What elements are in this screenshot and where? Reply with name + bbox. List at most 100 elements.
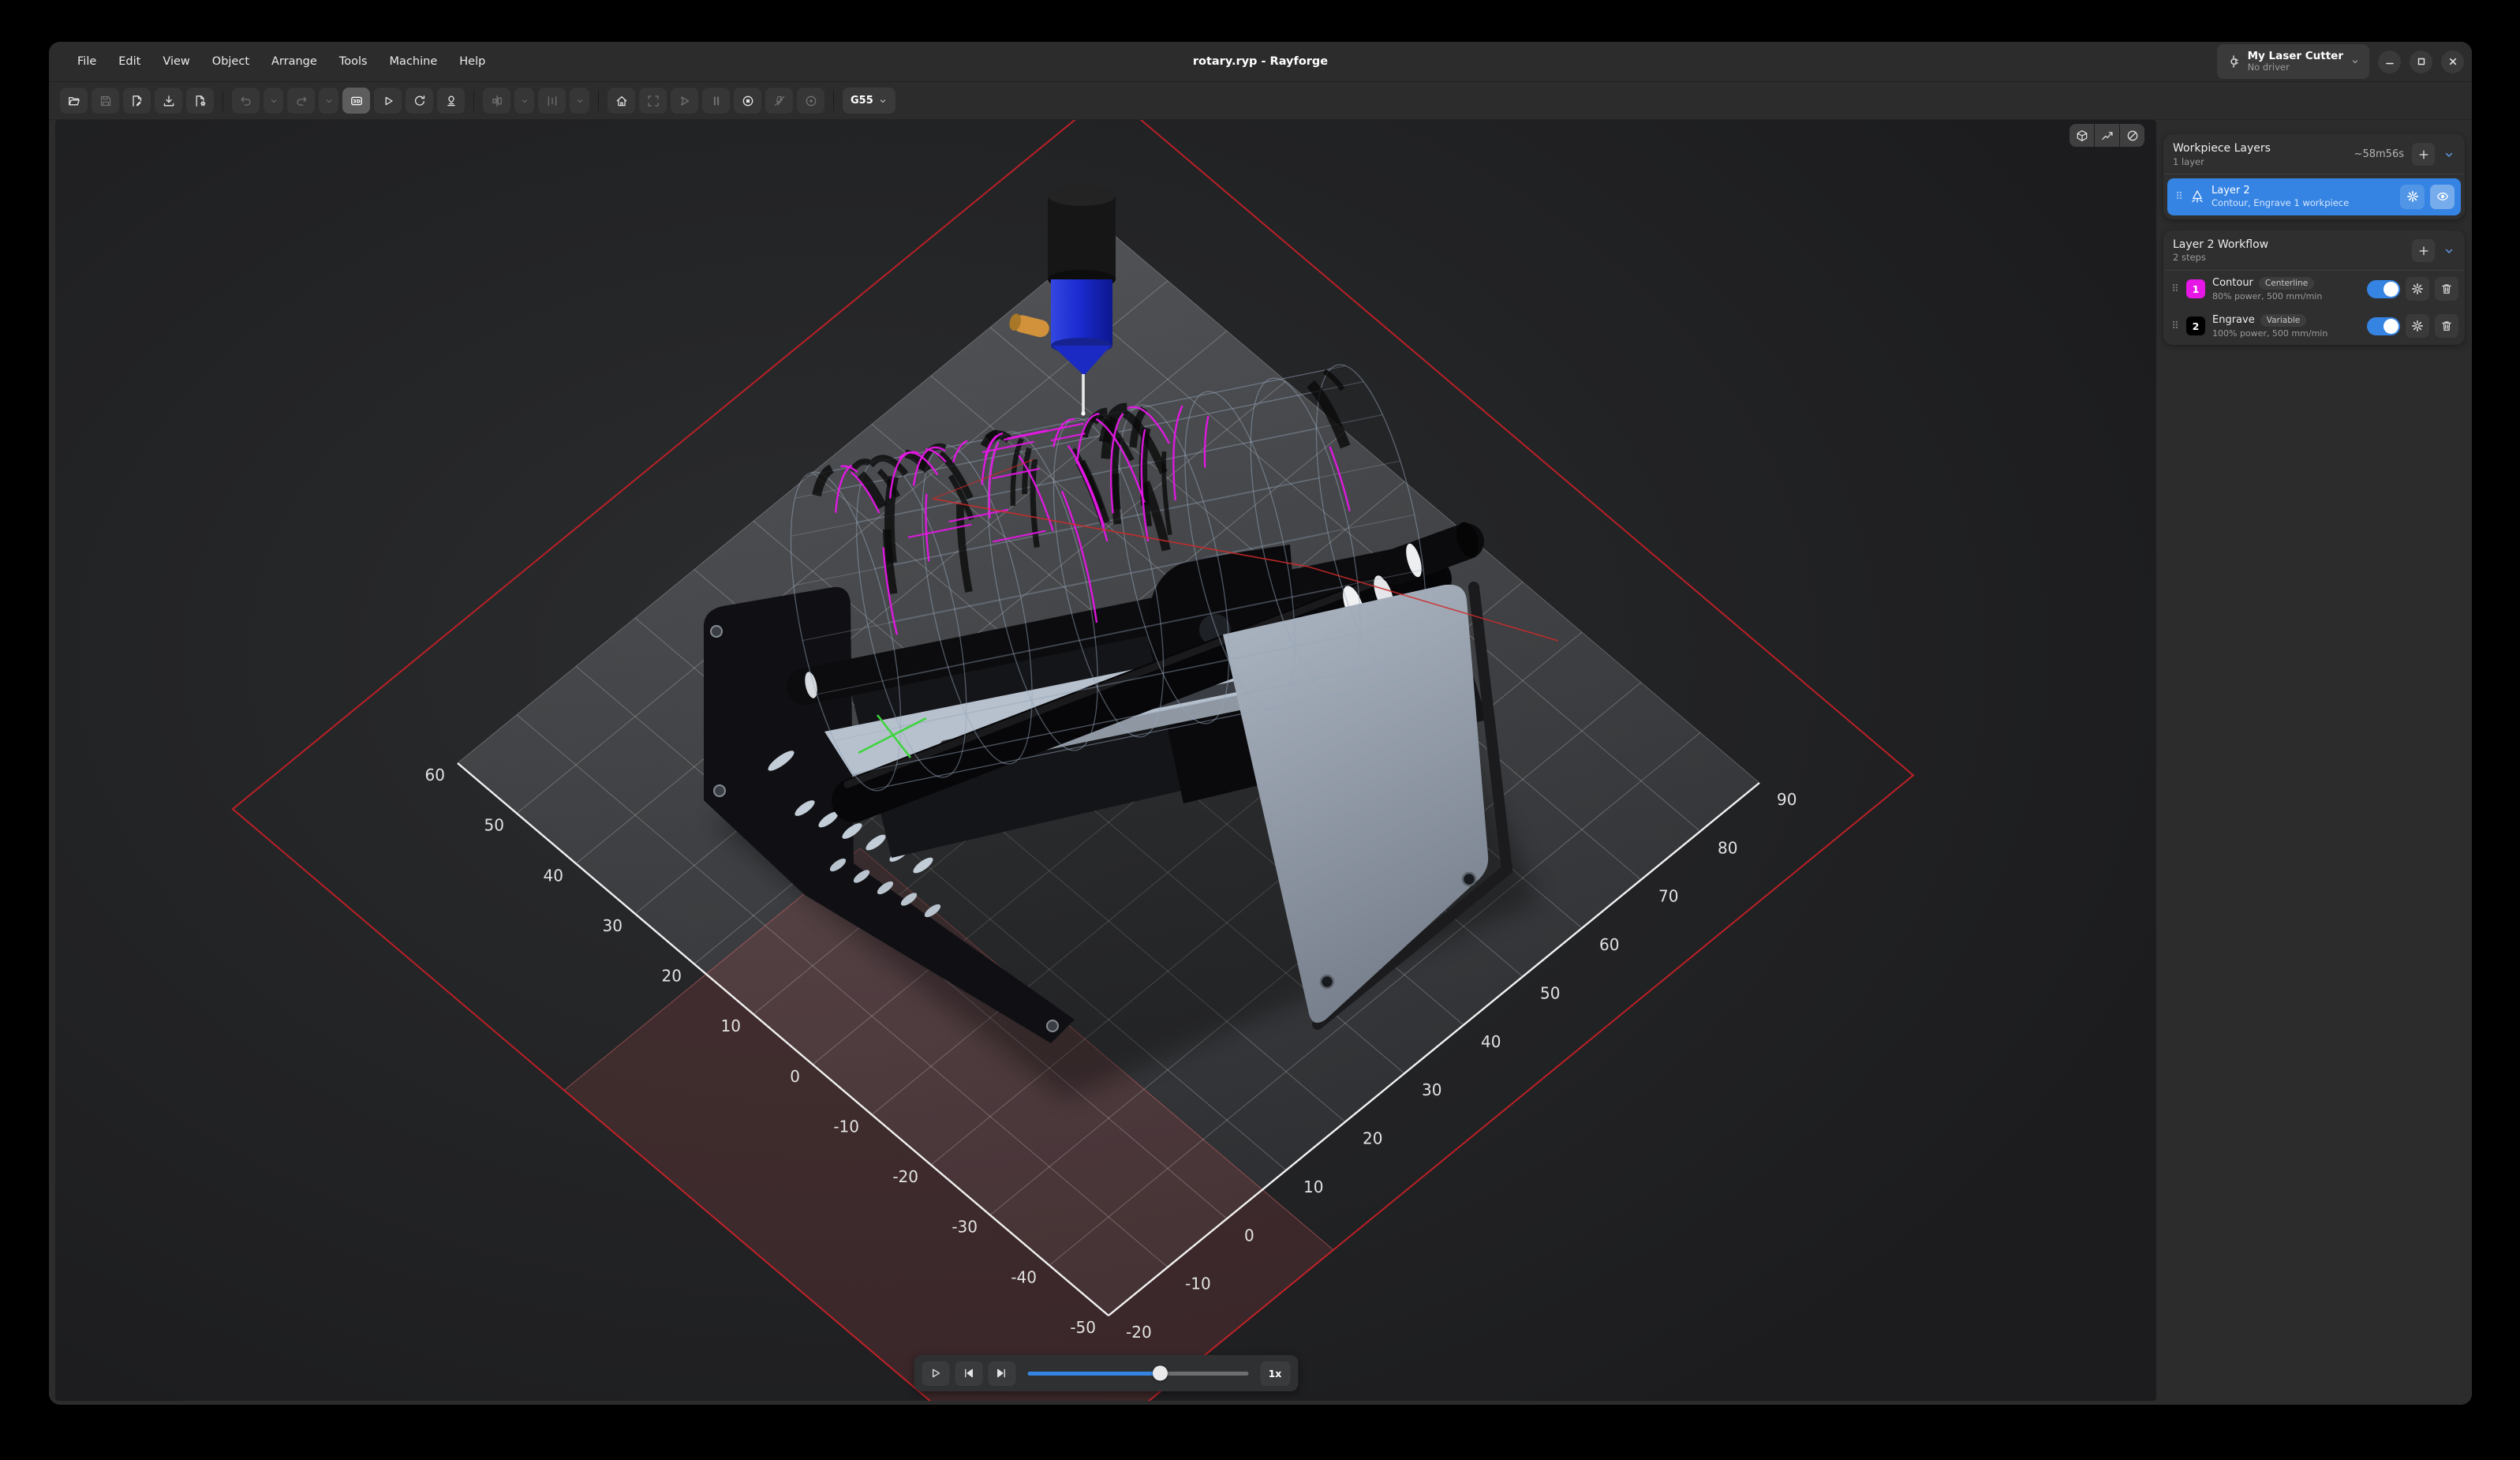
step-details: 100% power, 500 mm/min xyxy=(2212,328,2327,339)
undo-menu-button[interactable] xyxy=(264,88,283,114)
gear-icon xyxy=(2406,190,2419,203)
trash-icon xyxy=(2440,320,2453,332)
collapse-workflow-chevron-icon[interactable] xyxy=(2443,245,2455,257)
redo-menu-button[interactable] xyxy=(319,88,338,114)
menu-view[interactable]: View xyxy=(153,51,199,72)
skip-start-icon xyxy=(963,1367,975,1380)
hide-workpieces-button[interactable] xyxy=(2120,124,2144,147)
home-machine-button[interactable] xyxy=(608,88,635,114)
undo-button[interactable] xyxy=(232,88,260,114)
axis-label-right: 0 xyxy=(1244,1226,1254,1245)
add-layer-button[interactable] xyxy=(2412,143,2435,166)
chevron-down-icon xyxy=(575,96,585,106)
step-delete-button[interactable] xyxy=(2435,277,2458,301)
minimize-button[interactable] xyxy=(2378,51,2401,73)
toolbar-separator xyxy=(222,91,223,111)
layers-panel-title: Workpiece Layers xyxy=(2173,142,2271,156)
axis-label-left: -30 xyxy=(952,1218,978,1237)
headerbar: FileEditViewObjectArrangeToolsMachineHel… xyxy=(49,42,2472,82)
add-step-button[interactable] xyxy=(2412,239,2435,262)
menu-file[interactable]: File xyxy=(68,51,106,72)
toolbar: 3D G55 xyxy=(49,82,2472,120)
axis-label-left: 50 xyxy=(484,816,504,835)
chevron-down-icon xyxy=(520,96,529,106)
frame-job-button[interactable] xyxy=(639,88,667,114)
axis-label-left: 0 xyxy=(790,1067,800,1086)
view-3d-icon: 3D xyxy=(350,95,363,107)
skip-end-icon xyxy=(996,1367,1008,1380)
axis-label-right: 20 xyxy=(1363,1129,1382,1148)
drag-handle[interactable]: ⠿ xyxy=(2170,320,2179,332)
align-menu-button[interactable] xyxy=(514,88,534,114)
drag-handle[interactable]: ⠿ xyxy=(2170,283,2179,295)
document-settings-button[interactable] xyxy=(186,88,214,114)
pause-job-button[interactable] xyxy=(702,88,730,114)
step-enabled-toggle[interactable] xyxy=(2367,317,2400,335)
menu-edit[interactable]: Edit xyxy=(109,51,150,72)
set-origin-button[interactable] xyxy=(797,88,824,114)
close-button[interactable] xyxy=(2441,51,2464,73)
plus-icon xyxy=(2417,148,2430,161)
slider-track[interactable] xyxy=(1027,1372,1248,1376)
close-icon xyxy=(2447,55,2459,68)
distribute-menu-button[interactable] xyxy=(570,88,589,114)
menu-tools[interactable]: Tools xyxy=(330,51,377,72)
3d-viewport[interactable]: 6050403020100-10-20-30-40-50908070605040… xyxy=(55,120,2156,1401)
step-settings-button[interactable] xyxy=(2406,277,2429,301)
skip-to-end-button[interactable] xyxy=(988,1361,1015,1386)
laser-off-button[interactable] xyxy=(765,88,793,114)
open-button[interactable] xyxy=(60,88,88,114)
axis-label-right: 90 xyxy=(1777,790,1797,809)
skip-to-start-button[interactable] xyxy=(955,1361,982,1386)
menu-machine[interactable]: Machine xyxy=(380,51,447,72)
menu-help[interactable]: Help xyxy=(450,51,495,72)
minimize-icon xyxy=(2384,55,2396,68)
playback-speed-button[interactable]: 1x xyxy=(1260,1361,1290,1386)
save-as-button[interactable] xyxy=(123,88,151,114)
workflow-steps-list: ⠿1ContourCenterline80% power, 500 mm/min… xyxy=(2163,271,2465,345)
menu-arrange[interactable]: Arrange xyxy=(262,51,327,72)
regenerate-button[interactable] xyxy=(406,88,433,114)
workflow-panel: Layer 2 Workflow 2 steps ⠿1ContourCenter… xyxy=(2163,230,2465,345)
step-delete-button[interactable] xyxy=(2435,314,2458,338)
toolbar-separator xyxy=(833,91,834,111)
workflow-step-row[interactable]: ⠿1ContourCenterline80% power, 500 mm/min xyxy=(2163,271,2465,308)
axis-label-right: -20 xyxy=(1126,1323,1152,1342)
stop-job-button[interactable] xyxy=(734,88,761,114)
redo-button[interactable] xyxy=(287,88,315,114)
play-button[interactable] xyxy=(922,1361,949,1386)
perspective-toggle-button[interactable] xyxy=(2069,124,2094,147)
3d-viewport-canvas[interactable]: 6050403020100-10-20-30-40-50908070605040… xyxy=(55,120,2156,1401)
layer-row-selected[interactable]: ⠿ Layer 2 Contour, Engrave 1 workpiece xyxy=(2167,178,2461,215)
menu-object[interactable]: Object xyxy=(203,51,259,72)
layer-visibility-button[interactable] xyxy=(2430,185,2455,209)
toggle-knob xyxy=(2384,319,2398,334)
save-button[interactable] xyxy=(92,88,119,114)
drag-handle[interactable]: ⠿ xyxy=(2174,191,2183,203)
export-gcode-button[interactable] xyxy=(437,88,465,114)
import-button[interactable] xyxy=(155,88,182,114)
refresh-icon xyxy=(413,95,426,107)
view-3d-toggle-button[interactable]: 3D xyxy=(342,88,370,114)
collapse-layers-chevron-icon[interactable] xyxy=(2443,148,2455,161)
eye-icon xyxy=(2436,190,2449,203)
machine-selector-button[interactable]: My Laser Cutter No driver xyxy=(2217,44,2369,79)
step-enabled-toggle[interactable] xyxy=(2367,280,2400,298)
wcs-dropdown[interactable]: G55 xyxy=(843,88,895,114)
step-mode-pill: Centerline xyxy=(2259,277,2314,290)
timeline-slider[interactable] xyxy=(1027,1361,1248,1385)
workflow-step-row[interactable]: ⠿2EngraveVariable100% power, 500 mm/min xyxy=(2163,308,2465,345)
step-name: Contour xyxy=(2212,277,2253,289)
machine-name: My Laser Cutter xyxy=(2248,51,2343,63)
align-button[interactable] xyxy=(483,88,510,114)
workpiece-layers-panel: Workpiece Layers 1 layer ~58m56s ⠿ Layer… xyxy=(2163,134,2465,219)
distribute-button[interactable] xyxy=(538,88,566,114)
layer-settings-button[interactable] xyxy=(2400,185,2425,209)
step-settings-button[interactable] xyxy=(2406,314,2429,338)
show-travel-moves-button[interactable] xyxy=(2095,124,2119,147)
preview-play-button[interactable] xyxy=(374,88,402,114)
slider-knob[interactable] xyxy=(1153,1366,1168,1381)
maximize-button[interactable] xyxy=(2410,51,2432,73)
send-job-button[interactable] xyxy=(671,88,698,114)
axis-label-left: 20 xyxy=(662,967,682,986)
